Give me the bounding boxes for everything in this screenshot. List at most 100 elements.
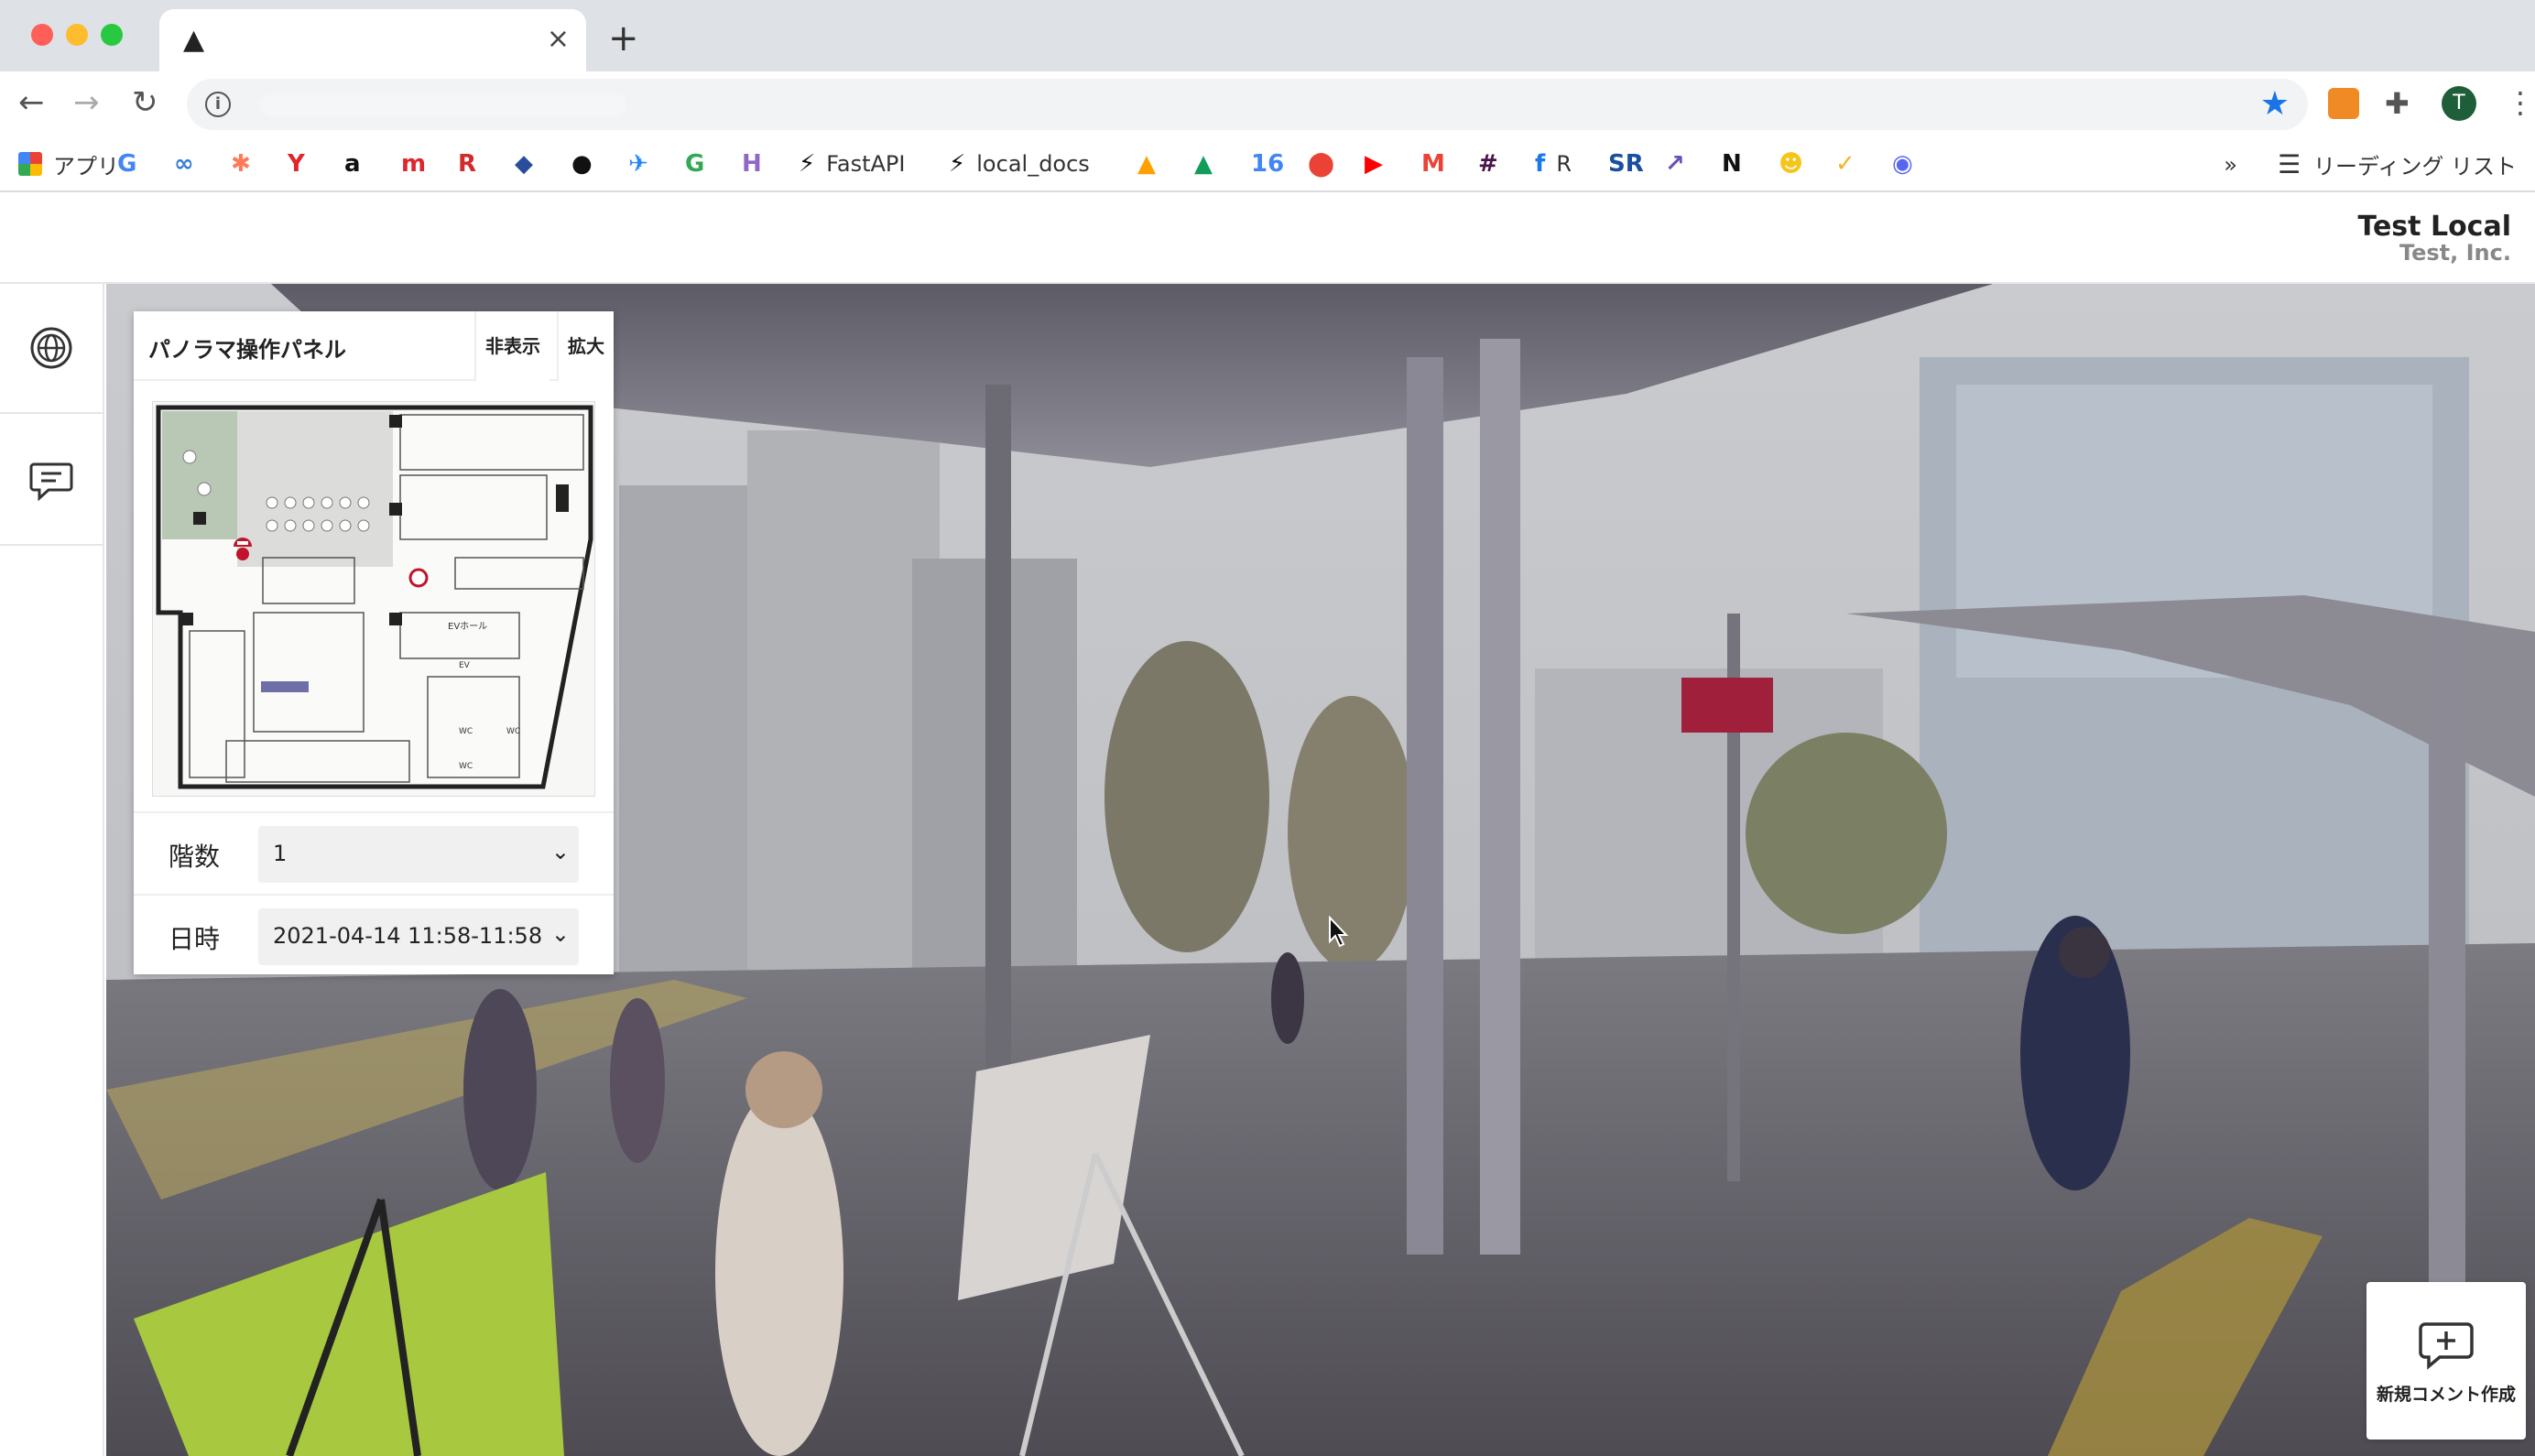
bookmark-label: アプリ [53,153,119,179]
new-comment-label: 新規コメント作成 [2376,1385,2516,1405]
bookmark-item[interactable]: M [1421,148,1445,179]
minimize-window-button[interactable] [66,24,88,46]
datetime-select[interactable]: 2021-04-14 11:58-11:58 ⌄ [258,908,579,965]
extensions-puzzle-icon[interactable]: ✚ [2385,88,2416,119]
maps-icon: ⬤ [1308,150,1335,178]
y-icon: Y [288,150,305,178]
reload-icon[interactable]: ↻ [132,84,158,121]
floor-row: 階数 1 ⌄ [134,811,614,894]
browser-tabstrip: ▲ × + [0,0,2535,71]
reading-list-icon: ☰ [2277,149,2301,179]
hubspot-extension-icon[interactable] [2328,88,2359,119]
bookmark-item[interactable]: ↗ [1665,148,1685,179]
bookmark-item[interactable]: G [685,148,704,179]
bookmark-item[interactable]: ⬤ [1308,148,1334,179]
datetime-row: 日時 2021-04-14 11:58-11:58 ⌄ [134,894,614,976]
bookmark-item[interactable]: ∞ [174,148,194,179]
left-rail [0,284,104,1456]
sr-icon: SR [1608,150,1644,178]
new-comment-button[interactable]: 新規コメント作成 [2366,1282,2526,1440]
bookmark-item[interactable]: R [458,148,476,179]
profile-avatar[interactable]: T [2442,86,2476,121]
fp-label-wc-3: WC [506,727,520,736]
bookmark-label: FastAPI [826,151,906,177]
google-icon: G [685,150,705,178]
bookmark-item[interactable]: ● [571,148,593,179]
bird-icon: ◆ [515,150,533,178]
panorama-mode-button[interactable] [0,284,103,414]
bookmark-item[interactable]: fR [1535,148,1572,179]
panorama-point-icon[interactable] [408,568,429,588]
address-bar[interactable]: i ★ [187,79,2308,130]
floor-select[interactable]: 1 ⌄ [258,826,579,883]
bookmark-item[interactable]: ⚡ FastAPI [799,148,905,179]
datetime-label: 日時 [169,924,221,954]
maximize-window-button[interactable] [101,24,123,46]
browser-tab-active[interactable]: ▲ × [159,9,586,71]
bookmark-item[interactable]: ✓ [1835,148,1855,179]
add-comment-icon [2419,1322,2474,1370]
url-redacted [260,93,626,117]
bookmark-item[interactable]: SR [1608,148,1644,179]
bookmark-item[interactable]: ⚡ local_docs [949,148,1090,179]
youtube-icon: ▶ [1365,150,1383,178]
bookmark-item[interactable]: ◉ [1892,148,1913,179]
bookmark-item[interactable]: # [1478,148,1498,179]
browser-toolbar: ← → ↻ i ★ ✚ T ⋮ [0,71,2535,136]
apps-grid-icon [18,152,42,176]
fp-label-ev: EV [459,661,471,670]
infinity-icon: ∞ [174,150,194,178]
chevron-down-icon: ⌄ [550,839,570,864]
new-tab-button[interactable]: + [608,20,639,57]
bookmark-item[interactable]: H [742,148,762,179]
firebase-icon: ▲ [1137,150,1156,178]
hubspot-icon: ✱ [231,150,251,178]
drive-icon: ▲ [1194,150,1213,178]
bookmarks-bar: » ☰ リーディング リスト アプリ G ∞ ✱ Ya m R ◆ ● ✈ G H ⚡ FastAPI ⚡ l… [0,136,2535,192]
site-info-icon[interactable]: i [205,92,231,117]
google-icon: G [117,150,137,178]
tab-favicon-icon: ▲ [183,24,205,56]
bookmark-item[interactable]: m [401,148,426,179]
bookmark-item[interactable]: Y [288,148,305,179]
bookmark-item[interactable]: a [344,148,361,179]
bookmark-item[interactable]: ▶ [1365,148,1383,179]
reading-list-button[interactable]: » ☰ リーディング リスト [2224,148,2517,180]
bookmark-star-icon[interactable]: ★ [2260,86,2290,123]
bookmark-item[interactable]: アプリ [18,148,119,179]
panorama-control-panel: パノラマ操作パネル 非表示 拡大 EVホール EV WC WC WC 階数 1 … [134,311,614,974]
bookmark-item[interactable]: G [117,148,136,179]
bookmark-item[interactable]: ✈ [628,148,648,179]
overflow-chevron-icon[interactable]: » [2224,152,2237,178]
bookmark-item[interactable]: N [1722,148,1742,179]
gmail-icon: M [1421,150,1445,178]
browser-menu-icon[interactable]: ⋮ [2506,86,2535,119]
mouse-cursor-icon [1329,916,1349,948]
bookmark-item[interactable]: ▲ [1194,148,1213,179]
forward-arrow-icon[interactable]: → [73,84,100,121]
bookmark-item[interactable]: ☻ [1779,148,1803,179]
floor-label: 階数 [169,842,221,872]
tab-close-icon[interactable]: × [547,26,570,53]
expand-panel-button[interactable]: 拡大 [557,311,614,381]
bookmark-item[interactable]: ◆ [515,148,533,179]
floor-select-value: 1 [273,841,288,866]
bookmark-item[interactable]: 16 [1251,148,1284,179]
back-arrow-icon[interactable]: ← [18,84,45,121]
m-icon: m [401,150,427,178]
reading-list-label: リーディング リスト [2313,154,2517,179]
notion-icon: N [1722,150,1742,178]
comments-button[interactable] [0,416,103,546]
bookmark-item[interactable]: ▲ [1137,148,1156,179]
company-name: Test Local [2357,211,2511,243]
close-window-button[interactable] [31,24,53,46]
bookmark-item[interactable]: ✱ [231,148,251,179]
panel-header: パノラマ操作パネル 非表示 拡大 [134,311,614,381]
fp-label-wc-1: WC [459,727,473,736]
floor-plan-map[interactable]: EVホール EV WC WC WC [152,401,595,797]
check-icon: ✓ [1835,150,1855,178]
fp-label-ev-hall: EVホール [448,621,487,632]
smile-icon: ☻ [1779,150,1804,178]
hide-panel-button[interactable]: 非表示 [474,311,549,381]
rs-icon: R [458,150,477,178]
